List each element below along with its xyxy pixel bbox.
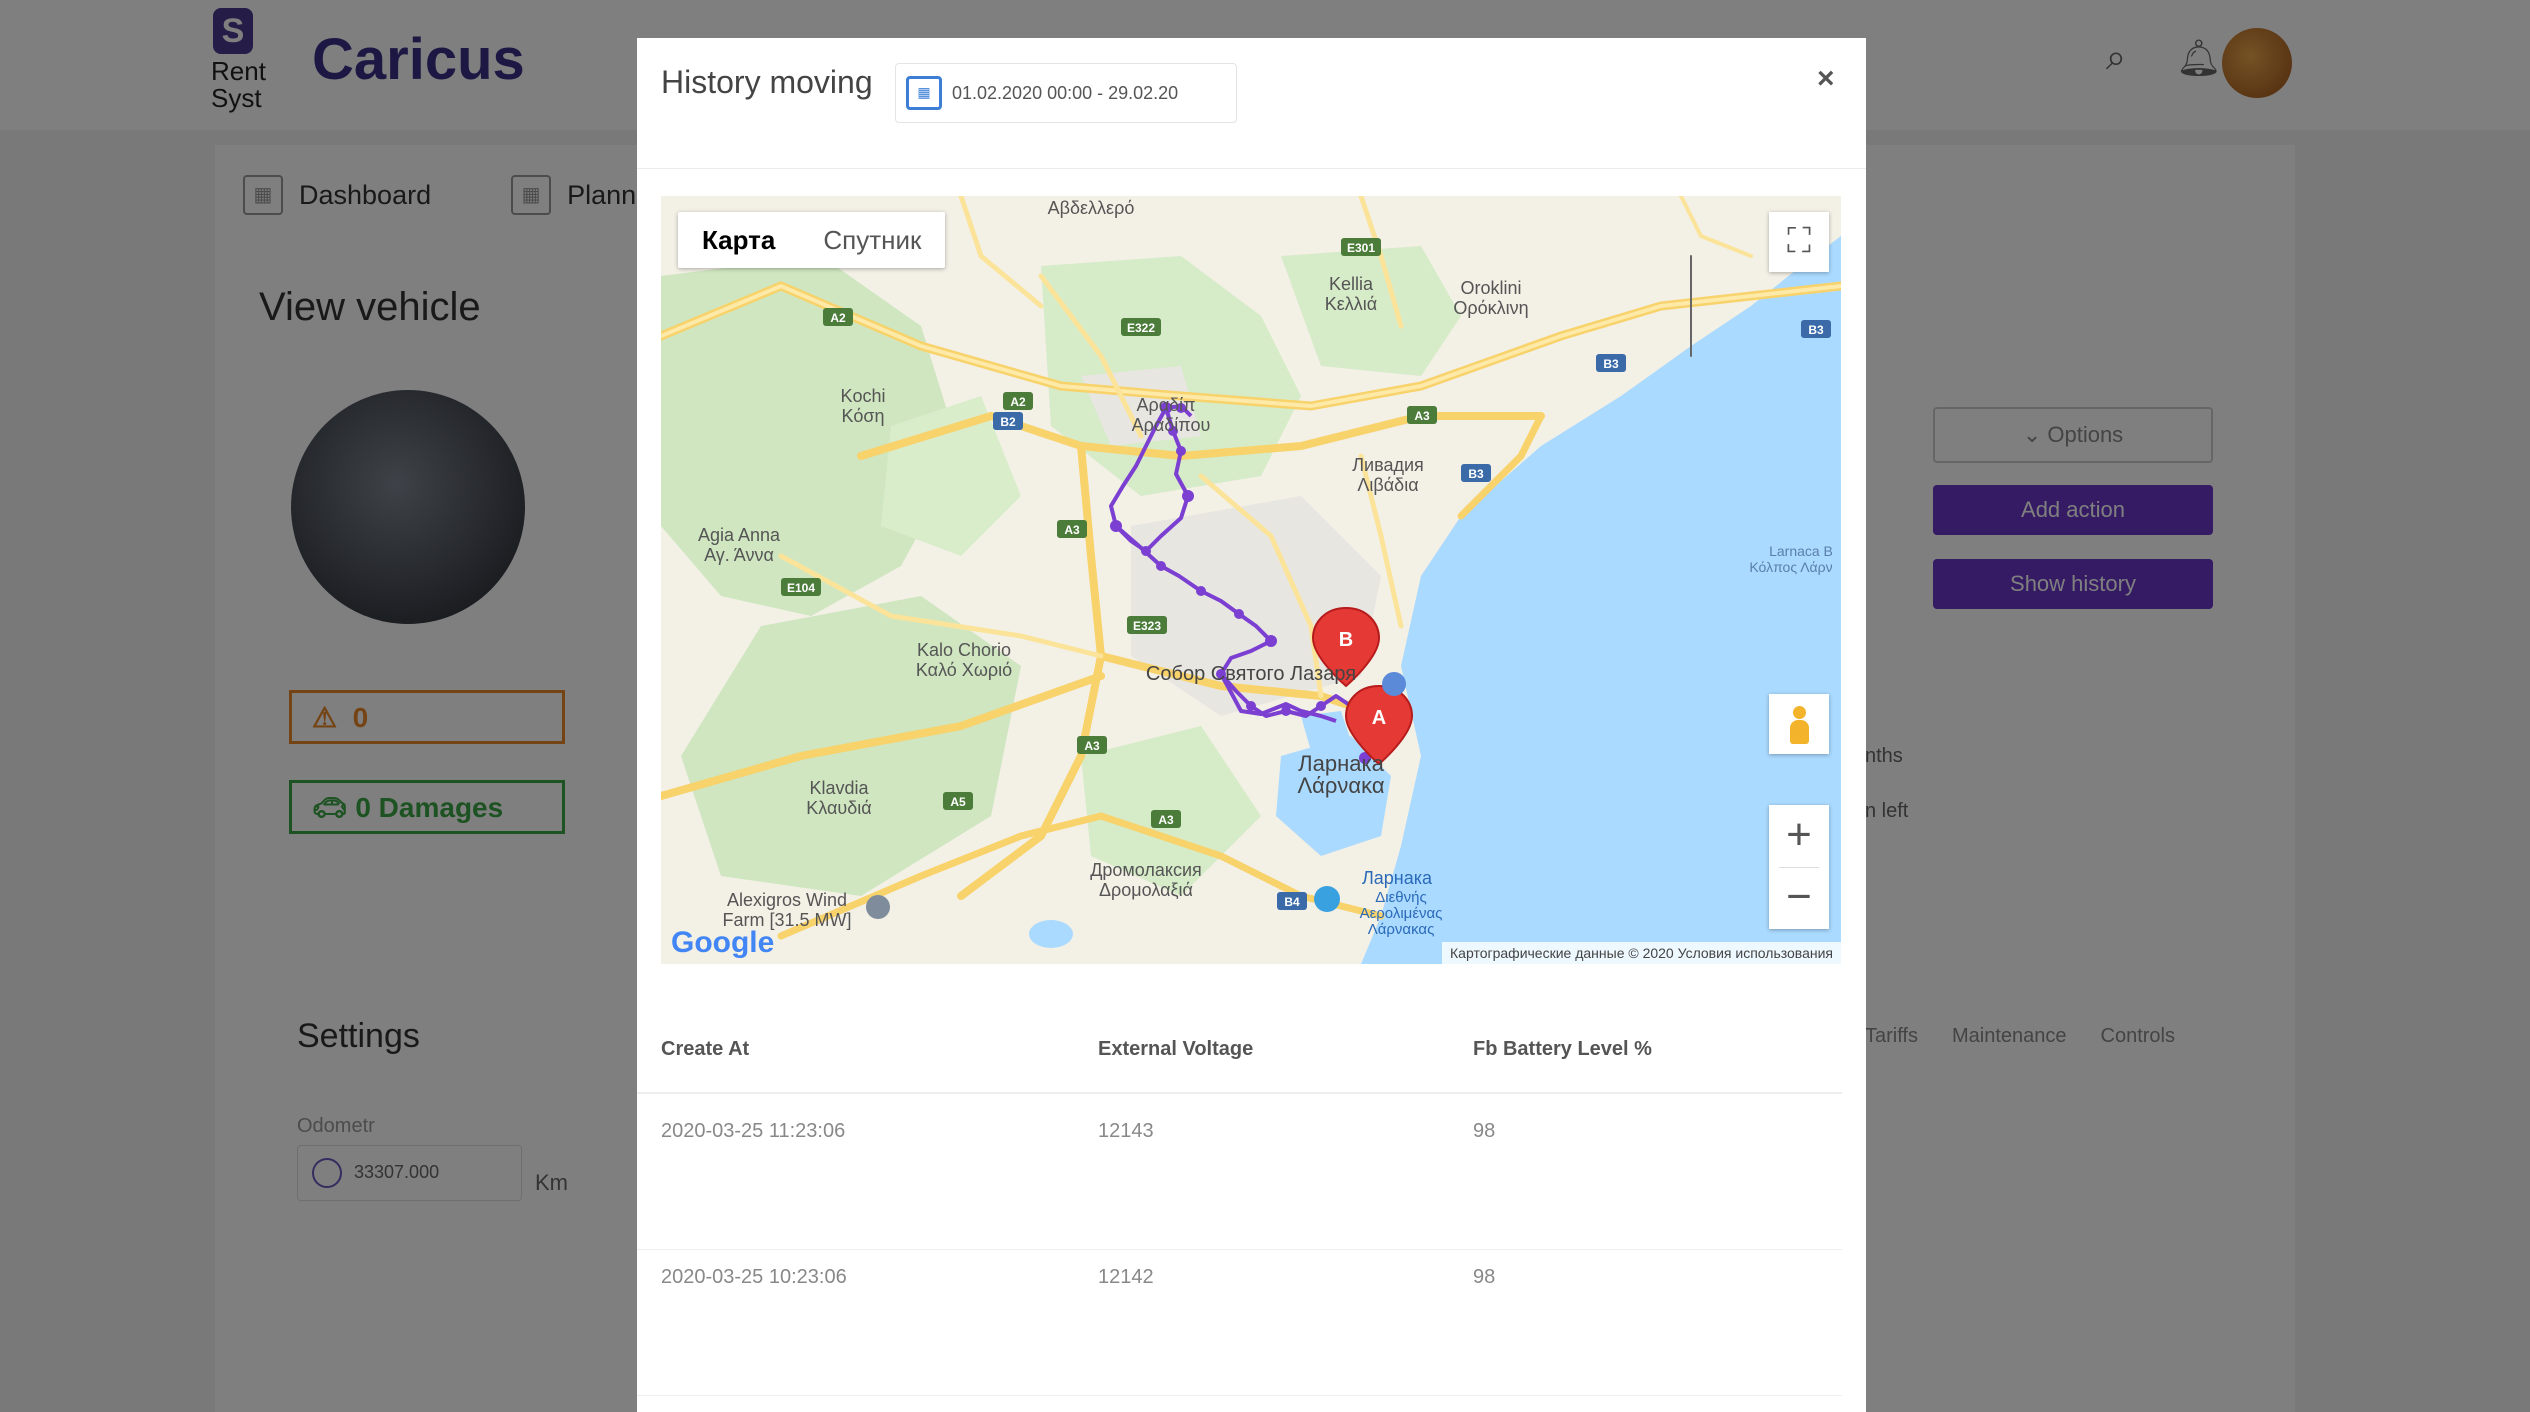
road-shield: E323 — [1133, 619, 1161, 633]
map-label: Κόλπος Λάρν — [1749, 559, 1832, 575]
calendar-icon: ▦ — [906, 76, 942, 110]
zoom-in-button[interactable]: + — [1769, 805, 1829, 867]
map-attribution[interactable]: Картографические данные © 2020 Условия и… — [1442, 942, 1841, 964]
map-type-control: Карта Спутник — [678, 212, 946, 268]
cell-external-voltage: 12142 — [1098, 1266, 1154, 1288]
map-label: Καλό Χωριό — [916, 660, 1012, 680]
date-range-picker[interactable]: ▦ 01.02.2020 00:00 - 29.02.20 — [895, 63, 1237, 123]
map-label: Αβδελλερό — [1048, 198, 1135, 218]
road-shield: A2 — [830, 311, 846, 325]
map-label: Ορόκλινη — [1453, 298, 1528, 318]
table-header: Create At External Voltage Fb Battery Le… — [637, 1038, 1842, 1094]
map-canvas[interactable]: B A E301 E322 A2 A2 B2 A3 B3 B3 B3 A3 E1… — [661, 196, 1841, 964]
map-type-satellite-button[interactable]: Спутник — [799, 212, 945, 268]
map[interactable]: B A E301 E322 A2 A2 B2 A3 B3 B3 B3 A3 E1… — [661, 196, 1841, 964]
close-button[interactable]: × — [1817, 62, 1835, 96]
map-label: Oroklini — [1460, 278, 1521, 298]
modal-title: History moving — [661, 64, 873, 100]
cell-create-at: 2020-03-25 10:23:06 — [661, 1266, 847, 1288]
marker-b-label: B — [1339, 629, 1353, 651]
road-shield: E104 — [787, 581, 815, 595]
road-shield: B4 — [1284, 895, 1300, 909]
map-label: Ларнака — [1362, 868, 1433, 888]
road-shield: B3 — [1603, 357, 1619, 371]
zoom-control: + − — [1769, 805, 1829, 929]
map-label: Kellia — [1329, 274, 1374, 294]
map-label: Larnaca B — [1769, 543, 1833, 559]
road-shield: B2 — [1000, 415, 1016, 429]
cell-external-voltage: 12143 — [1098, 1120, 1154, 1142]
map-type-map-button[interactable]: Карта — [678, 212, 799, 268]
road-shield: A3 — [1414, 409, 1430, 423]
road-shield: B3 — [1808, 323, 1824, 337]
road-shield: B3 — [1468, 467, 1484, 481]
date-range-value: 01.02.2020 00:00 - 29.02.20 — [952, 82, 1179, 103]
map-label: Αερολιμένας — [1360, 905, 1443, 922]
table-row: 2020-03-25 10:23:06 12142 98 — [637, 1250, 1842, 1396]
cell-create-at: 2020-03-25 11:23:06 — [661, 1120, 846, 1142]
place-icon[interactable] — [866, 895, 890, 919]
zoom-divider — [1779, 867, 1819, 868]
road-shield: A3 — [1064, 523, 1080, 537]
map-label: Ливадия — [1352, 455, 1424, 475]
map-label: Собор Святого Лазаря — [1146, 663, 1356, 685]
church-icon[interactable] — [1382, 672, 1406, 696]
table-row: 2020-03-25 11:23:06 12143 98 — [637, 1104, 1842, 1250]
map-label: Λάρνακας — [1368, 921, 1435, 938]
pegman-body — [1790, 720, 1809, 744]
map-label: Κλαυδιά — [806, 798, 871, 818]
road-shield: A3 — [1084, 739, 1100, 753]
map-label: Kalo Chorio — [917, 640, 1011, 660]
pegman-head — [1793, 706, 1806, 719]
google-logo-text: Google — [671, 926, 775, 959]
road-shield: A3 — [1158, 813, 1174, 827]
road-shield: A2 — [1010, 395, 1026, 409]
column-header[interactable]: Fb Battery Level % — [1473, 1038, 1652, 1061]
map-label: Αραδίπου — [1132, 415, 1211, 435]
cell-battery-level: 98 — [1473, 1120, 1496, 1142]
google-logo: Google — [671, 926, 774, 960]
map-label: Kochi — [840, 386, 885, 406]
column-header[interactable]: Create At — [661, 1038, 749, 1061]
airport-icon[interactable] — [1314, 886, 1340, 912]
map-label: Λάρνακα — [1297, 773, 1384, 798]
map-label: Δρομολαξιά — [1099, 880, 1193, 900]
road-shield: A5 — [950, 795, 966, 809]
road-shield: E301 — [1347, 241, 1375, 255]
map-label: Αγ. Άννα — [704, 545, 774, 565]
map-label: Αραδίπ — [1136, 395, 1195, 415]
map-label: Κόση — [842, 406, 885, 426]
history-modal: History moving ▦ 01.02.2020 00:00 - 29.0… — [637, 38, 1866, 1412]
map-label: Διεθνής — [1375, 889, 1426, 906]
road-shield: E322 — [1127, 321, 1155, 335]
fullscreen-icon[interactable]: ⛶ — [1769, 212, 1829, 272]
divider — [637, 168, 1866, 169]
map-label: Λιβάδια — [1357, 475, 1418, 495]
cell-battery-level: 98 — [1473, 1266, 1496, 1288]
map-label: Agia Anna — [698, 525, 781, 545]
column-header[interactable]: External Voltage — [1098, 1038, 1253, 1061]
map-label: Klavdia — [809, 778, 869, 798]
marker-a-label: A — [1372, 707, 1386, 729]
map-label: Alexigros Wind — [727, 890, 847, 910]
map-label: Κελλιά — [1325, 294, 1377, 314]
zoom-out-button[interactable]: − — [1769, 867, 1829, 929]
map-label: Дромолаксия — [1090, 860, 1202, 880]
street-view-pegman-icon[interactable] — [1769, 694, 1829, 754]
